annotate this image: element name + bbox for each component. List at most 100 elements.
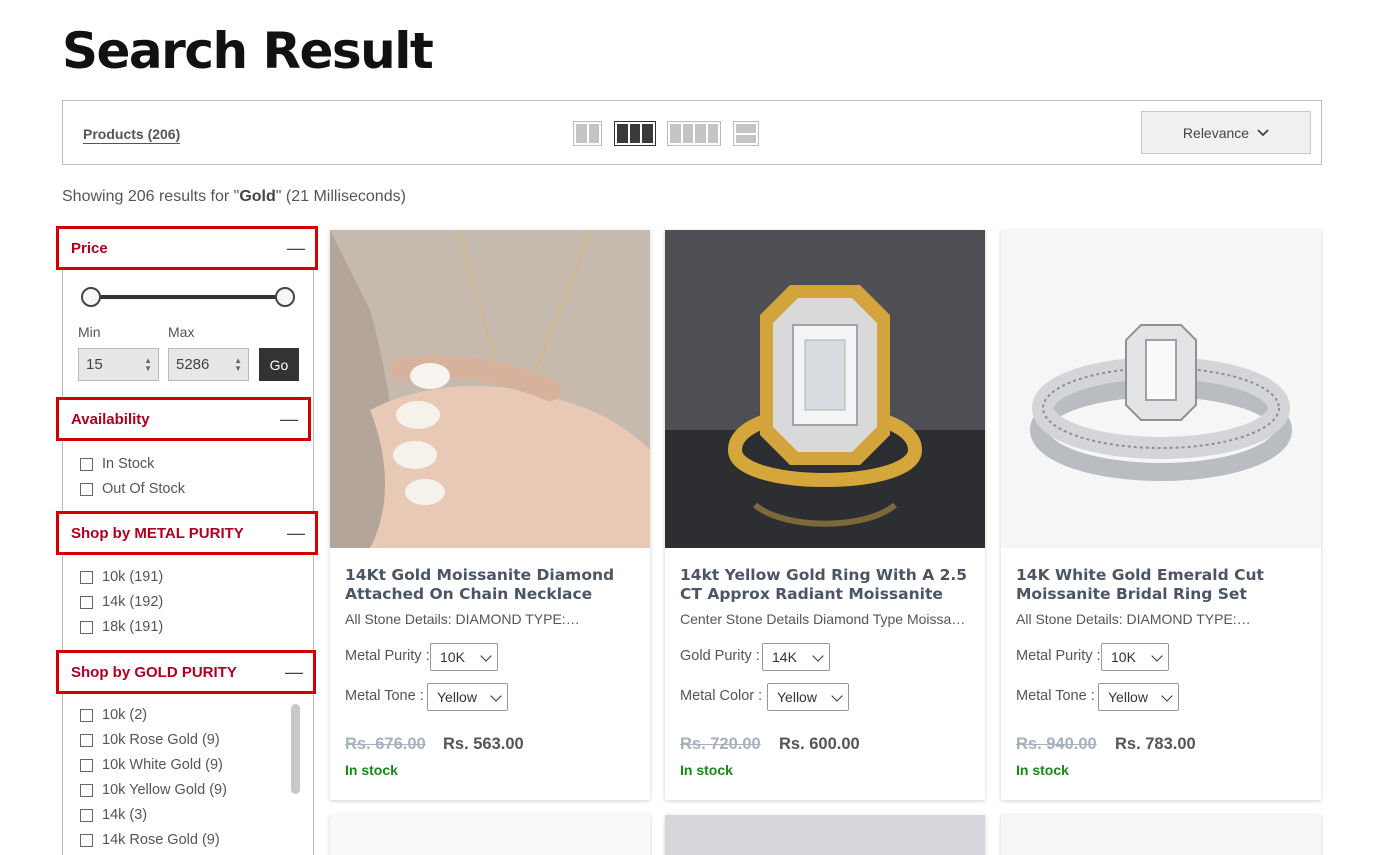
stepper-icon[interactable]: ▲ ▼ [144, 357, 152, 373]
option-label: In Stock [102, 456, 155, 472]
results-toolbar: Products (206) Relevance [62, 100, 1322, 165]
product-card: 14Kt Gold Moissanite Diamond Attached On… [330, 230, 650, 800]
product-card-partial[interactable] [1001, 815, 1321, 855]
checkbox[interactable] [80, 482, 93, 496]
products-count-link[interactable]: Products (206) [83, 126, 181, 144]
product-image-necklace[interactable] [330, 230, 650, 548]
variant-select[interactable]: 10K [430, 643, 498, 671]
original-price: Rs. 940.00 [1016, 735, 1097, 753]
sort-label: Relevance [1182, 124, 1250, 141]
option-label: 10k (2) [102, 707, 148, 723]
option-label: 10k Rose Gold (9) [102, 732, 220, 748]
gold-purity-option[interactable]: 10k (2) [80, 707, 147, 723]
option-label: 18k (191) [102, 619, 164, 635]
list-view-icon[interactable] [733, 121, 759, 146]
minus-icon[interactable]: — [287, 524, 305, 542]
product-description: All Stone Details: DIAMOND TYPE:… [1016, 611, 1251, 627]
metal-purity-option[interactable]: 18k (191) [80, 619, 163, 635]
availability-option[interactable]: Out Of Stock [80, 481, 185, 497]
filter-header-price[interactable]: Price — [56, 226, 318, 270]
product-description: All Stone Details: DIAMOND TYPE:… [345, 611, 580, 627]
checkbox[interactable] [80, 595, 93, 609]
chevron-down-icon [480, 650, 492, 662]
sort-dropdown[interactable]: Relevance [1141, 111, 1311, 154]
gold-purity-option[interactable]: 10k Yellow Gold (9) [80, 782, 227, 798]
minus-icon[interactable]: — [285, 663, 303, 681]
checkbox[interactable] [80, 708, 93, 722]
grid-3-columns-icon[interactable] [614, 121, 656, 146]
filter-header-gold-purity[interactable]: Shop by GOLD PURITY — [56, 650, 316, 694]
product-card-partial[interactable] [665, 815, 985, 855]
option-label: Out Of Stock [102, 481, 185, 497]
sale-price: Rs. 600.00 [779, 735, 860, 753]
filter-title: Availability [71, 410, 150, 428]
price-min-handle[interactable] [81, 287, 101, 307]
checkbox[interactable] [80, 783, 93, 797]
variant-select[interactable]: Yellow [767, 683, 849, 711]
gold-purity-option[interactable]: 14k (3) [80, 807, 147, 823]
option-label: 10k Yellow Gold (9) [102, 782, 227, 798]
product-card: 14kt Yellow Gold Ring With A 2.5 CT Appr… [665, 230, 985, 800]
checkbox[interactable] [80, 733, 93, 747]
results-prefix: Showing 206 results for " [62, 188, 240, 205]
chevron-down-icon [1257, 128, 1269, 136]
price-max-handle[interactable] [275, 287, 295, 307]
grid-4-columns-icon[interactable] [667, 121, 721, 146]
chevron-down-icon [831, 690, 843, 702]
checkbox[interactable] [80, 833, 93, 847]
results-suffix: " (21 Milliseconds) [275, 188, 406, 205]
price-min-input[interactable]: 15 ▲ ▼ [78, 348, 159, 381]
variant-select[interactable]: Yellow [427, 683, 508, 711]
sale-price: Rs. 783.00 [1115, 735, 1196, 753]
option-label: 14k Rose Gold (9) [102, 832, 220, 848]
sale-price: Rs. 563.00 [443, 735, 524, 753]
variant-label: Metal Color : [680, 688, 763, 704]
product-description: Center Stone Details Diamond Type Moissa… [680, 611, 972, 627]
variant-label: Gold Purity : [680, 648, 760, 664]
checkbox[interactable] [80, 570, 93, 584]
results-query: Gold [239, 188, 276, 205]
price-min-label: Min [78, 324, 101, 340]
original-price: Rs. 676.00 [345, 735, 426, 753]
gold-purity-option[interactable]: 10k Rose Gold (9) [80, 732, 220, 748]
product-name[interactable]: 14kt Yellow Gold Ring With A 2.5 CT Appr… [680, 566, 970, 604]
product-name[interactable]: 14Kt Gold Moissanite Diamond Attached On… [345, 566, 635, 604]
checkbox[interactable] [80, 457, 93, 471]
option-label: 10k (191) [102, 569, 164, 585]
variant-select[interactable]: 10K [1101, 643, 1169, 671]
chevron-down-icon [812, 650, 824, 662]
availability-option[interactable]: In Stock [80, 456, 154, 472]
price-min-value: 15 [86, 356, 103, 373]
filter-header-availability[interactable]: Availability — [56, 397, 311, 441]
product-card-partial[interactable] [330, 815, 650, 855]
gold-purity-option[interactable]: 14k Rose Gold (9) [80, 832, 220, 848]
product-image-bridal-ring-set[interactable] [1001, 230, 1321, 548]
price-max-input[interactable]: 5286 ▲ ▼ [168, 348, 249, 381]
filter-header-metal-purity[interactable]: Shop by METAL PURITY — [56, 511, 318, 555]
metal-purity-option[interactable]: 14k (192) [80, 594, 163, 610]
checkbox[interactable] [80, 620, 93, 634]
metal-purity-option[interactable]: 10k (191) [80, 569, 163, 585]
checkbox[interactable] [80, 808, 93, 822]
variant-label: Metal Tone : [345, 688, 424, 704]
price-slider-track [89, 295, 287, 299]
product-image-yellow-ring[interactable] [665, 230, 985, 548]
price-go-button[interactable]: Go [259, 348, 299, 381]
variant-label: Metal Tone : [1016, 688, 1095, 704]
minus-icon[interactable]: — [280, 410, 298, 428]
grid-2-columns-icon[interactable] [573, 121, 602, 146]
results-summary: Showing 206 results for "Gold" (21 Milli… [62, 188, 406, 206]
product-card: 14K White Gold Emerald Cut Moissanite Br… [1001, 230, 1321, 800]
product-name[interactable]: 14K White Gold Emerald Cut Moissanite Br… [1016, 566, 1306, 604]
minus-icon[interactable]: — [287, 239, 305, 257]
variant-select[interactable]: 14K [762, 643, 830, 671]
variant-select[interactable]: Yellow [1098, 683, 1179, 711]
gold-purity-scrollbar[interactable] [291, 704, 300, 794]
variant-label: Metal Purity : [1016, 648, 1101, 664]
price-max-value: 5286 [176, 356, 210, 373]
stepper-icon[interactable]: ▲ ▼ [234, 357, 242, 373]
gold-purity-option[interactable]: 10k White Gold (9) [80, 757, 223, 773]
variant-label: Metal Purity : [345, 648, 430, 664]
checkbox[interactable] [80, 758, 93, 772]
price-range-slider[interactable] [81, 287, 295, 307]
